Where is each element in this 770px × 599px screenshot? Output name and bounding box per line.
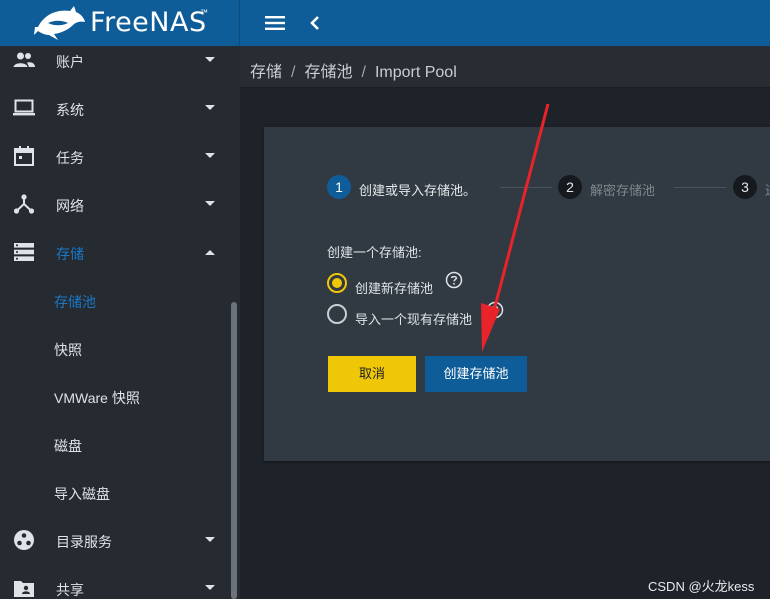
account-group-icon — [13, 52, 35, 67]
top-bar: FreeNAS ™ — [0, 0, 770, 46]
trademark-mark: ™ — [200, 8, 208, 17]
import-pool-card: 1 创建或导入存储池。 2 解密存储池 3 进 创建一个存储池: 创建新存储池 … — [264, 127, 770, 461]
step-1-label: 创建或导入存储池。 — [359, 183, 477, 198]
sidebar-item-label: 任务 — [56, 150, 84, 166]
hamburger-menu-icon[interactable] — [264, 15, 286, 31]
caret-up-icon — [205, 250, 215, 255]
sidebar-subitem-import-disk[interactable]: 导入磁盘 — [0, 468, 228, 516]
breadcrumb-bar: 存储 / 存储池 / Import Pool — [240, 46, 770, 88]
caret-down-icon — [205, 585, 215, 590]
caret-down-icon — [205, 201, 215, 206]
logo-text: FreeNAS — [90, 7, 207, 38]
radio-label-create-new-pool[interactable]: 创建新存储池 — [355, 278, 433, 297]
help-circle-icon[interactable] — [486, 301, 504, 319]
step-2-label: 解密存储池 — [590, 183, 656, 198]
breadcrumb-item-pools[interactable]: 存储池 — [304, 64, 352, 81]
sidebar-item-label: 目录服务 — [56, 534, 112, 550]
breadcrumb-item-storage[interactable]: 存储 — [250, 64, 282, 81]
caret-down-icon — [205, 153, 215, 158]
sidebar-item-directory-services[interactable]: 目录服务 — [0, 516, 228, 564]
share-folder-icon — [14, 581, 34, 597]
caret-down-icon — [205, 57, 215, 62]
step-connector — [674, 187, 726, 188]
step-3-number: 3 — [733, 175, 757, 199]
breadcrumb-separator: / — [361, 64, 366, 81]
calendar-icon — [14, 146, 34, 166]
network-icon — [13, 194, 35, 214]
watermark-text: CSDN @火龙kess — [648, 579, 755, 594]
radio-import-existing-pool[interactable] — [327, 304, 347, 324]
directory-services-icon — [14, 530, 34, 550]
freenas-shark-logo-icon — [34, 6, 85, 40]
cancel-button[interactable]: 取消 — [328, 356, 416, 392]
sidebar-item-label: 共享 — [56, 582, 84, 598]
sidebar-item-label: 存储 — [56, 246, 84, 262]
logo-area[interactable]: FreeNAS ™ — [0, 0, 240, 46]
breadcrumb-item-import-pool: Import Pool — [374, 64, 457, 81]
chevron-left-icon[interactable] — [308, 13, 322, 33]
storage-icon — [14, 243, 34, 261]
sidebar-item-accounts[interactable]: 账户 — [0, 46, 228, 84]
caret-down-icon — [205, 537, 215, 542]
create-pool-button[interactable]: 创建存储池 — [425, 356, 527, 392]
step-connector — [500, 187, 552, 188]
sidebar-subitem-label: 快照 — [54, 342, 82, 358]
sidebar-subitem-pools[interactable]: 存储池 — [0, 276, 228, 324]
sidebar-subitem-snapshots[interactable]: 快照 — [0, 324, 228, 372]
radio-dot — [332, 278, 342, 288]
sidebar-item-sharing[interactable]: 共享 — [0, 564, 228, 599]
sidebar-item-network[interactable]: 网络 — [0, 180, 228, 228]
sidebar-scrollbar[interactable] — [231, 302, 237, 599]
sidebar-subitem-label: VMWare 快照 — [54, 390, 140, 406]
sidebar-subitem-label: 存储池 — [54, 294, 96, 310]
step-1-number: 1 — [327, 175, 351, 199]
laptop-icon — [13, 99, 35, 116]
radio-create-new-pool[interactable] — [327, 273, 347, 293]
sidebar-item-storage[interactable]: 存储 — [0, 228, 228, 276]
breadcrumb: 存储 / 存储池 / Import Pool — [250, 58, 457, 82]
main-content: 存储 / 存储池 / Import Pool 1 创建或导入存储池。 2 解密存储池 3… — [240, 46, 770, 599]
sidebar-subitem-disks[interactable]: 磁盘 — [0, 420, 228, 468]
sidebar-item-label: 网络 — [56, 198, 84, 214]
step-2-number: 2 — [558, 175, 582, 199]
caret-down-icon — [205, 105, 215, 110]
form-heading: 创建一个存储池: — [327, 245, 422, 260]
help-circle-icon[interactable] — [445, 271, 463, 289]
sidebar-subitem-vmware-snapshots[interactable]: VMWare 快照 — [0, 372, 228, 420]
breadcrumb-separator: / — [291, 64, 296, 81]
sidebar-subitem-label: 导入磁盘 — [54, 486, 110, 502]
sidebar: 账户 系统 任务 网络 存储 存储池 快照 VMWare 快照 磁盘 导入磁盘 … — [0, 46, 240, 599]
sidebar-item-tasks[interactable]: 任务 — [0, 132, 228, 180]
sidebar-subitem-label: 磁盘 — [54, 438, 82, 454]
sidebar-item-label: 系统 — [56, 102, 84, 118]
step-3-label: 进 — [765, 180, 770, 199]
sidebar-item-system[interactable]: 系统 — [0, 84, 228, 132]
sidebar-item-label: 账户 — [56, 54, 84, 70]
radio-label-import-existing-pool[interactable]: 导入一个现有存储池 — [355, 309, 472, 328]
